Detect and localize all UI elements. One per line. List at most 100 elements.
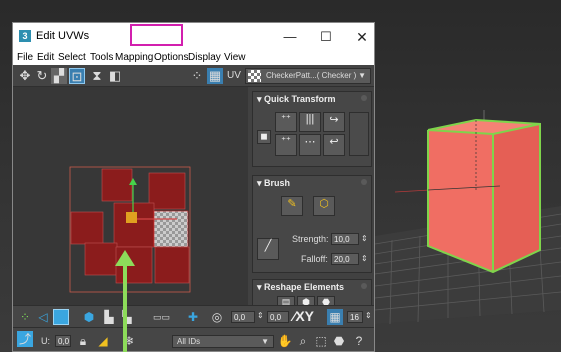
menu-file[interactable]: File xyxy=(17,52,33,63)
menu-select[interactable]: Select xyxy=(58,52,86,63)
absolute-offset-icon[interactable]: ⤴ xyxy=(17,331,33,347)
set-pivot-icon[interactable]: ◼ xyxy=(257,130,271,144)
brush-header[interactable]: ▾ Brush xyxy=(253,176,371,190)
zoom-extents-icon[interactable]: ⬣ xyxy=(331,333,347,349)
bottom-toolbar-1: ⁘ ◁ ⬢ ▙ ▚ ▭▭ ✚ ◎ 0,0 ⇕ 0,0 ⁄XY ▦ 16 ⇕ xyxy=(13,305,374,327)
uv-shell xyxy=(148,172,186,210)
xy-label[interactable]: ⁄XY xyxy=(293,308,314,324)
xy-text: XY xyxy=(295,308,315,324)
rotate-spinner-icon[interactable]: ⇕ xyxy=(257,311,264,320)
loop-select-icon[interactable]: ▭▭ xyxy=(153,309,170,325)
lock-icon[interactable]: 🔒︎ xyxy=(75,333,91,349)
spacing-icon[interactable]: ⋯ xyxy=(299,134,321,156)
vertex-mode-icon[interactable]: ⁘ xyxy=(17,309,33,325)
uv-layout xyxy=(69,166,191,293)
uv-shell xyxy=(70,211,104,245)
menu-tools[interactable]: Tools xyxy=(90,52,113,63)
paint-select-icon[interactable]: ✚ xyxy=(185,309,201,325)
strength-label: Strength: xyxy=(292,234,329,244)
align-icon[interactable]: ⁺⁺ xyxy=(275,112,297,132)
relax-brush-icon[interactable]: ⬡ xyxy=(313,196,335,216)
reshape-elements-title: Reshape Elements xyxy=(264,282,345,292)
zoom-region-icon[interactable]: ⬚ xyxy=(313,333,329,349)
move-icon[interactable]: ✥ xyxy=(17,68,33,84)
strength-field[interactable]: 10,0 xyxy=(331,233,359,245)
bottom-toolbar-2: ⤴ U: 0,0 🔒︎ ◢ ❄ All IDs ▼ ✋ ⌕ ⬚ ⬣ ? xyxy=(13,327,374,351)
uv-shells xyxy=(70,168,190,284)
id-filter-label: All IDs xyxy=(177,337,201,346)
angle-value-field[interactable]: 0,0 xyxy=(267,311,289,323)
top-toolbar: ✥ ↻ ▞ ⊡ ⧗ ◧ ⁘ ▦ UV CheckerPatt...( Check… xyxy=(13,65,374,87)
rollout-dot-icon xyxy=(361,179,367,185)
uv-shell xyxy=(84,242,118,276)
close-button[interactable]: ✕ xyxy=(347,26,374,48)
element-mode-icon[interactable]: ⬢ xyxy=(81,309,97,325)
grid-spinner-icon[interactable]: ⇕ xyxy=(365,311,372,320)
gizmo-center xyxy=(126,212,137,223)
flip-icon[interactable]: ◧ xyxy=(107,68,123,84)
edge-mode-icon[interactable]: ◁ xyxy=(35,309,51,325)
menu-edit[interactable]: Edit xyxy=(37,52,54,63)
u-value-field[interactable]: 0,0 xyxy=(55,335,71,347)
disabled-grid-icon xyxy=(349,112,369,156)
app-icon: 3 xyxy=(19,30,31,42)
select-by-icon[interactable]: ▙ xyxy=(101,309,117,325)
pattern-icon[interactable]: ⁘ xyxy=(189,68,205,84)
checker-map-dropdown[interactable]: CheckerPatt...( Checker ) ▼ xyxy=(245,68,371,84)
face-mode-icon[interactable] xyxy=(53,309,69,325)
menu-view[interactable]: View xyxy=(224,52,246,63)
brush-rollout: ▾ Brush ✎ ⬡ ╱ Strength: 10,0 ⇕ Falloff: … xyxy=(252,175,372,273)
rollout-panel: ▾ Quick Transform ◼ ⁺⁺ ||| ↪ ⁺⁺ ⋯ ↩ ▾ Br… xyxy=(248,87,374,305)
edit-uvws-window: 3 Edit UVWs — ☐ ✕ File Edit Select Tools… xyxy=(12,22,375,352)
soft-select-icon[interactable]: ◎ xyxy=(209,309,225,325)
cube-icon[interactable]: ⬣ xyxy=(317,296,335,305)
paint-move-icon[interactable]: ✎ xyxy=(281,196,303,216)
quick-transform-title: Quick Transform xyxy=(264,94,336,104)
grid-snap-icon[interactable]: ▦ xyxy=(327,309,343,325)
grid-value-field[interactable]: 16 xyxy=(347,311,363,323)
hand-pan-icon[interactable]: ✋ xyxy=(277,333,293,349)
uv-shell xyxy=(154,246,190,284)
menu-display[interactable]: Display xyxy=(188,52,221,63)
rotate-90-icon[interactable]: ↪ xyxy=(323,112,345,132)
uv-label: UV xyxy=(227,70,241,81)
scale-icon[interactable]: ▞ xyxy=(51,68,67,84)
uv-shell xyxy=(101,168,133,202)
rotate-value-field[interactable]: 0,0 xyxy=(231,311,255,323)
reshape-elements-header[interactable]: ▾ Reshape Elements xyxy=(253,280,371,294)
straighten-icon[interactable]: ▤ xyxy=(277,296,295,305)
falloff-label: Falloff: xyxy=(301,254,328,264)
maximize-button[interactable]: ☐ xyxy=(311,26,341,48)
grow-selection-icon[interactable]: ▚ xyxy=(119,309,135,325)
uv-editor-canvas[interactable] xyxy=(13,87,248,305)
rollout-dot-icon xyxy=(361,95,367,101)
falloff-spinner-icon[interactable]: ⇕ xyxy=(361,254,368,263)
freeform-icon[interactable]: ⊡ xyxy=(69,68,85,84)
quick-transform-header[interactable]: ▾ Quick Transform xyxy=(253,92,371,106)
align-corner-icon[interactable]: ⁺⁺ xyxy=(275,134,297,156)
minimize-button[interactable]: — xyxy=(275,26,305,48)
u-label: U: xyxy=(41,336,50,346)
align-vertical-icon[interactable]: ||| xyxy=(299,112,321,132)
brush-line-icon[interactable]: ╱ xyxy=(257,238,279,260)
menu-mapping[interactable]: Mapping xyxy=(115,52,153,63)
pan-tool-icon[interactable]: ◢ xyxy=(95,333,111,349)
screenshot-root: 3 Edit UVWs — ☐ ✕ File Edit Select Tools… xyxy=(0,0,561,352)
menu-options[interactable]: Options xyxy=(154,52,188,63)
falloff-field[interactable]: 20,0 xyxy=(331,253,359,265)
title-bar[interactable]: 3 Edit UVWs — ☐ ✕ xyxy=(13,23,374,51)
window-title: Edit UVWs xyxy=(36,30,90,42)
show-map-icon[interactable]: ▦ xyxy=(207,68,223,84)
help-icon[interactable]: ? xyxy=(351,333,367,349)
rotate-icon[interactable]: ↻ xyxy=(34,68,50,84)
snowflake-icon[interactable]: ❄ xyxy=(121,333,137,349)
checker-map-label: CheckerPatt...( Checker ) xyxy=(266,71,357,80)
chevron-down-icon: ▼ xyxy=(358,71,366,80)
mirror-icon[interactable]: ⧗ xyxy=(89,68,105,84)
rotate-minus-90-icon[interactable]: ↩ xyxy=(323,134,345,156)
quick-transform-rollout: ▾ Quick Transform ◼ ⁺⁺ ||| ↪ ⁺⁺ ⋯ ↩ xyxy=(252,91,372,167)
zoom-icon[interactable]: ⌕ xyxy=(295,333,311,349)
id-filter-dropdown[interactable]: All IDs ▼ xyxy=(172,335,274,348)
relax-icon[interactable]: ⬢ xyxy=(297,296,315,305)
strength-spinner-icon[interactable]: ⇕ xyxy=(361,234,368,243)
